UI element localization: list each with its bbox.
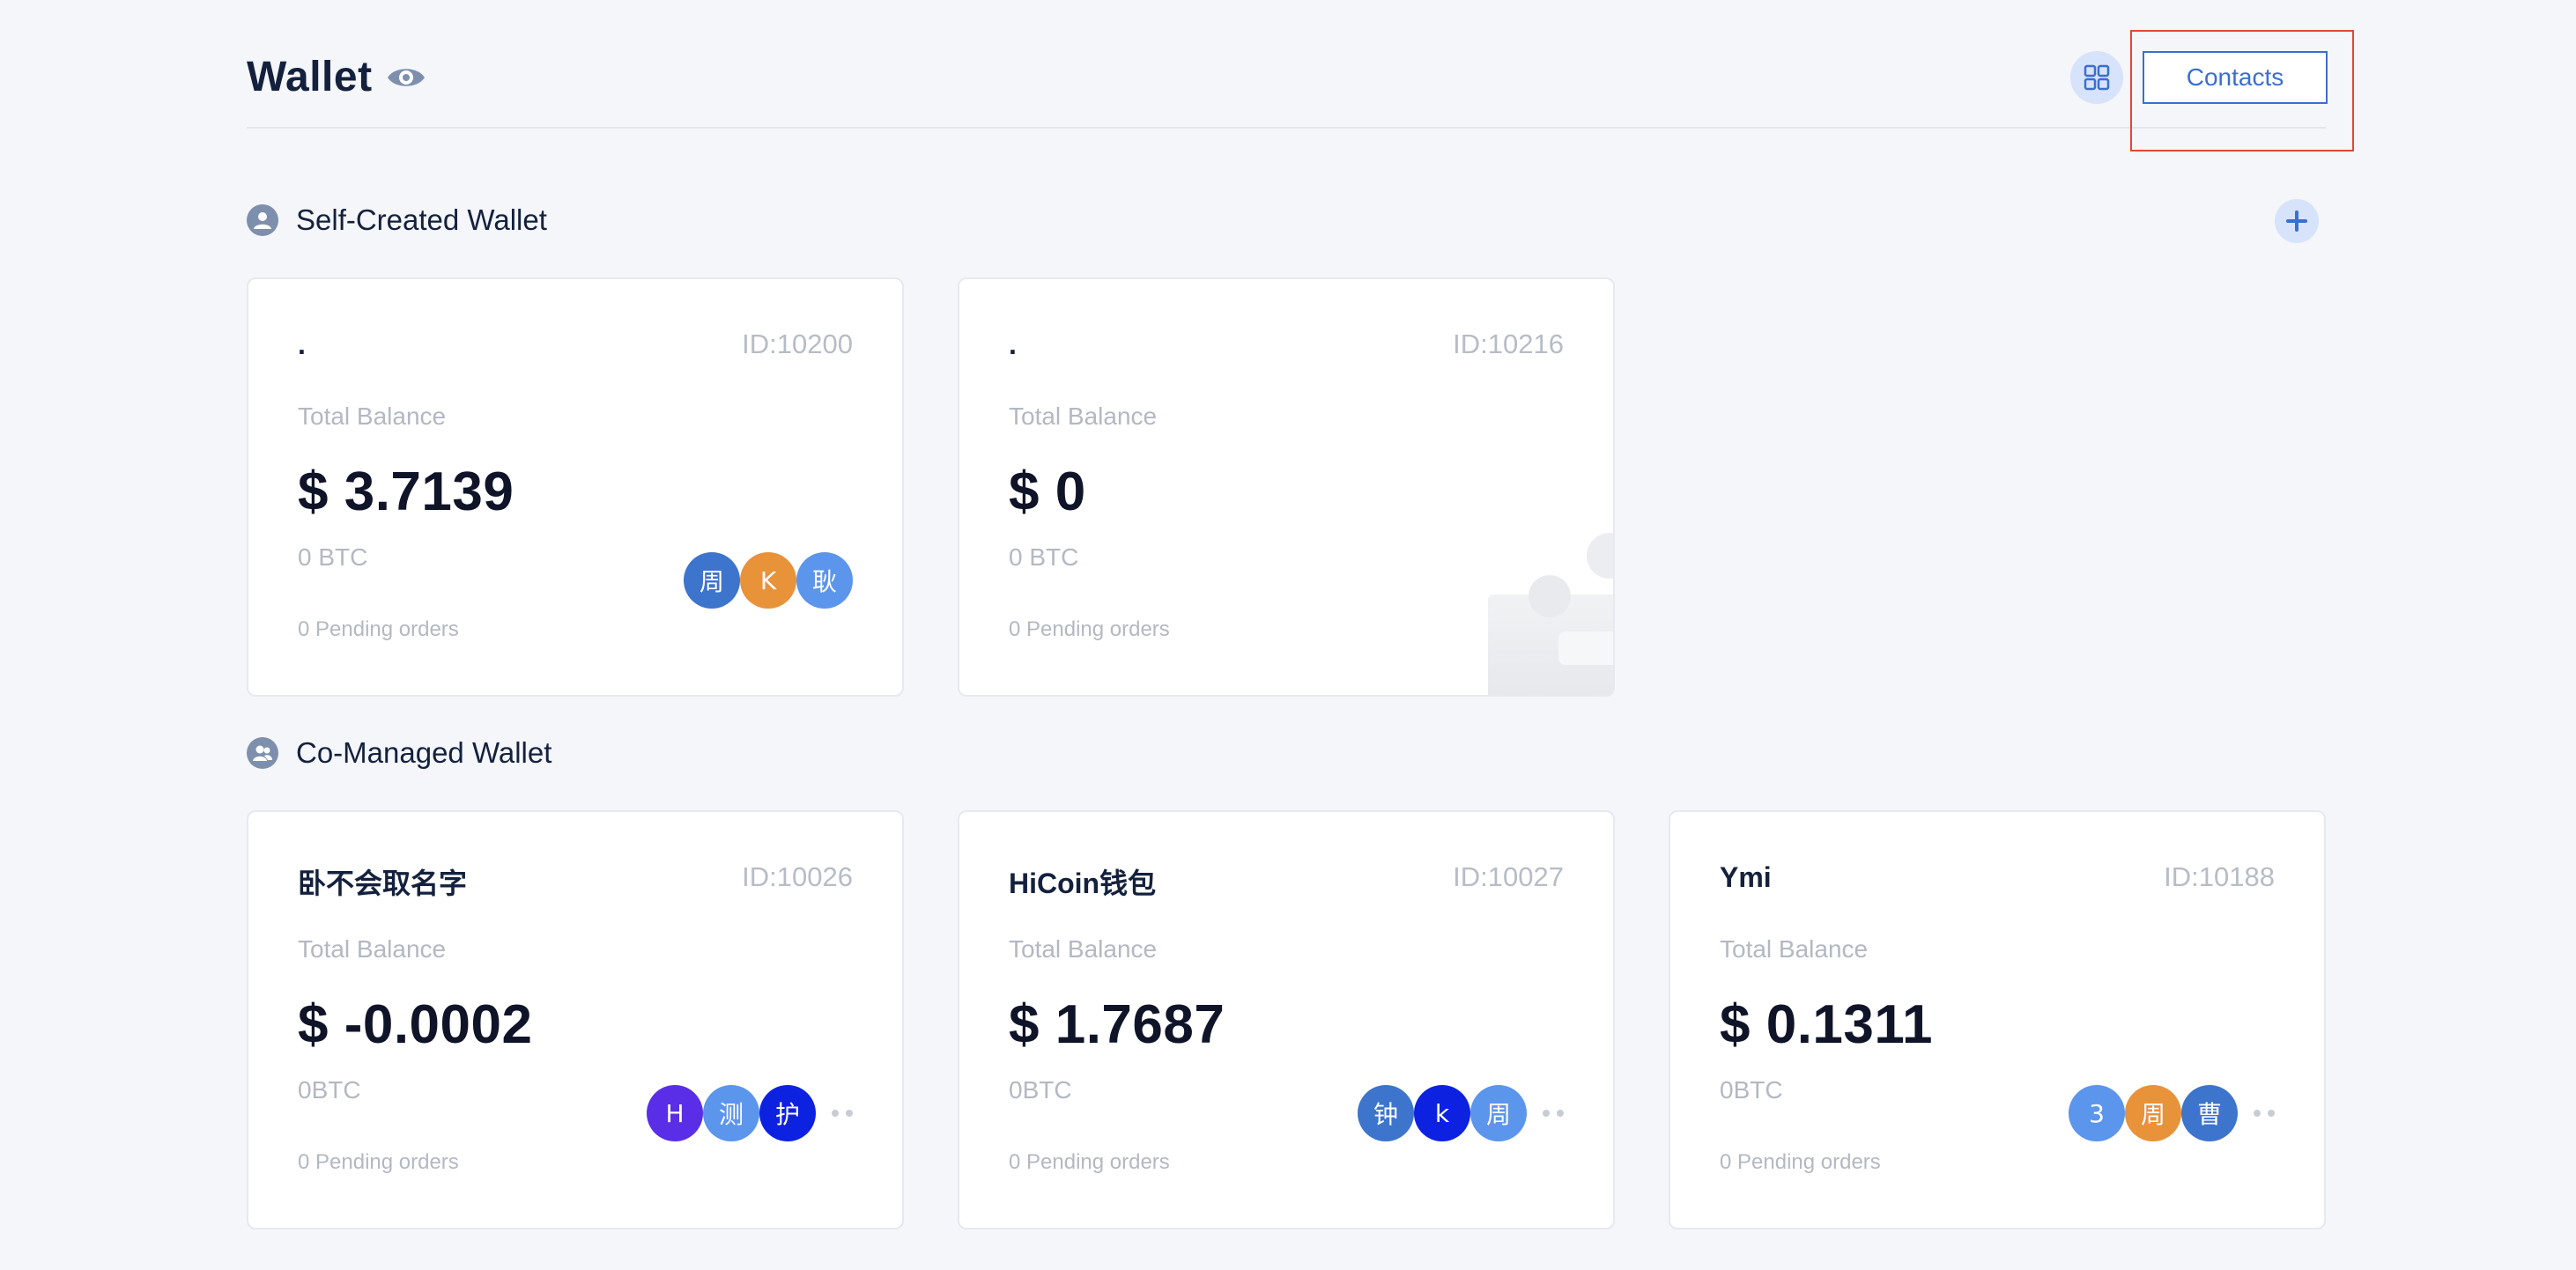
contacts-button[interactable]: Contacts (2143, 51, 2328, 104)
wallet-card[interactable]: . ID:10200 Total Balance $ 3.7139 0 BTC … (247, 277, 904, 697)
wallet-id: ID:10200 (742, 329, 853, 359)
pending-orders: 0 Pending orders (298, 1150, 459, 1174)
total-balance: $ 3.7139 (298, 461, 514, 522)
plus-icon (2286, 210, 2307, 232)
btc-balance: 0 BTC (298, 543, 368, 571)
grid-view-icon (2084, 64, 2110, 91)
btc-balance: 0BTC (1720, 1076, 1783, 1104)
avatar: 钟 (1358, 1085, 1414, 1141)
balance-label: Total Balance (1009, 402, 1158, 430)
section-title: Self-Created Wallet (296, 203, 547, 236)
avatar: 周 (1470, 1085, 1527, 1141)
btc-balance: 0 BTC (1009, 543, 1079, 571)
more-members-icon[interactable] (832, 1110, 853, 1117)
member-avatars: H 测 护 (647, 1085, 853, 1141)
wallet-id: ID:10188 (2164, 861, 2275, 892)
avatar: 护 (759, 1085, 816, 1141)
wallet-name: HiCoin钱包 (1009, 868, 1157, 899)
section-header-self-created: Self-Created Wallet (247, 198, 547, 242)
wallet-card[interactable]: 卧不会取名字 ID:10026 Total Balance $ -0.0002 … (247, 810, 904, 1229)
wallet-id: ID:10216 (1453, 329, 1564, 359)
balance-label: Total Balance (298, 402, 447, 430)
avatar: 周 (684, 552, 740, 609)
pending-orders: 0 Pending orders (298, 617, 459, 641)
avatar: k (1414, 1085, 1470, 1141)
balance-label: Total Balance (298, 935, 447, 963)
wallet-name: . (298, 329, 306, 360)
avatar: H (647, 1085, 703, 1141)
grid-view-button[interactable] (2070, 51, 2123, 104)
section-title: Co-Managed Wallet (296, 736, 552, 769)
page-title: Wallet (247, 54, 373, 100)
wallet-id: ID:10026 (742, 861, 853, 892)
wallet-card[interactable]: . ID:10216 Total Balance $ 0 0 BTC 0 Pen… (958, 277, 1615, 697)
more-members-icon[interactable] (2254, 1110, 2275, 1117)
users-icon (247, 737, 278, 769)
avatar: K (740, 552, 796, 609)
avatar: 周 (2125, 1085, 2181, 1141)
balance-label: Total Balance (1009, 935, 1158, 963)
avatar: 曹 (2181, 1085, 2238, 1141)
btc-balance: 0BTC (1009, 1076, 1072, 1104)
total-balance: $ 0 (1009, 461, 1086, 522)
wallet-name: Ymi (1720, 861, 1772, 893)
page-header: Wallet Contacts (247, 35, 2328, 129)
pending-orders: 0 Pending orders (1009, 617, 1170, 641)
balance-label: Total Balance (1720, 935, 1869, 963)
member-avatars: 3 周 曹 (2069, 1085, 2275, 1141)
avatar: 3 (2069, 1085, 2125, 1141)
wallet-page: Wallet Contacts Self-Created Wallet . ID… (0, 0, 2576, 1270)
total-balance: $ 0.1311 (1720, 994, 1933, 1055)
empty-wallet-illustration (1488, 533, 1613, 695)
wallet-id: ID:10027 (1453, 861, 1564, 892)
wallet-card[interactable]: HiCoin钱包 ID:10027 Total Balance $ 1.7687… (958, 810, 1615, 1229)
more-members-icon[interactable] (1543, 1110, 1564, 1117)
total-balance: $ 1.7687 (1009, 994, 1225, 1055)
member-avatars: 周 K 耿 (684, 552, 853, 609)
add-wallet-button[interactable] (2275, 199, 2319, 243)
avatar: 耿 (796, 552, 853, 609)
wallet-name: 卧不会取名字 (298, 868, 468, 899)
member-avatars: 钟 k 周 (1358, 1085, 1564, 1141)
pending-orders: 0 Pending orders (1009, 1150, 1170, 1174)
btc-balance: 0BTC (298, 1076, 361, 1104)
eye-icon[interactable] (386, 62, 426, 93)
total-balance: $ -0.0002 (298, 994, 533, 1055)
pending-orders: 0 Pending orders (1720, 1150, 1881, 1174)
avatar: 测 (703, 1085, 759, 1141)
wallet-card[interactable]: Ymi ID:10188 Total Balance $ 0.1311 0BTC… (1669, 810, 2326, 1229)
wallet-name: . (1009, 329, 1017, 360)
section-header-co-managed: Co-Managed Wallet (247, 731, 551, 775)
user-icon (247, 204, 278, 236)
